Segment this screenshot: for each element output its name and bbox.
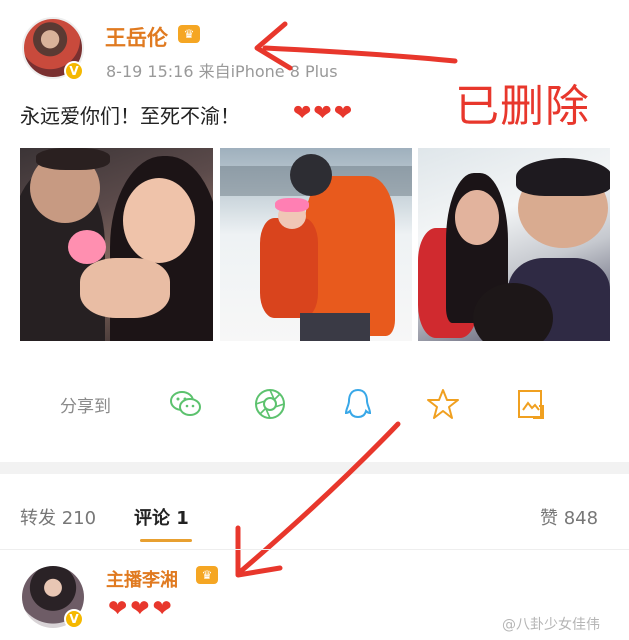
watermark: @八卦少女佳伟 xyxy=(502,617,600,633)
vip-crown-icon: ♛ xyxy=(178,25,200,43)
verified-badge-icon: V xyxy=(64,61,84,81)
share-label: 分享到 xyxy=(60,397,111,417)
save-image-icon[interactable] xyxy=(513,386,549,422)
post-image-3[interactable] xyxy=(418,148,610,341)
red-arrow-annotation xyxy=(235,421,401,578)
author-username[interactable]: 王岳伦 xyxy=(105,22,168,52)
tab-like[interactable]: 赞 848 xyxy=(540,504,598,530)
favorite-star-icon[interactable] xyxy=(425,386,461,422)
tab-comment[interactable]: 评论 1 xyxy=(134,504,189,530)
post-hearts: ❤❤❤ xyxy=(293,101,355,126)
verified-badge-icon: V xyxy=(64,609,84,629)
tab-repost[interactable]: 转发 210 xyxy=(20,504,96,530)
post-image-2[interactable] xyxy=(220,148,412,341)
wechat-icon[interactable] xyxy=(168,386,204,422)
comment-hearts: ❤❤❤ xyxy=(108,596,175,622)
red-arrow-annotation xyxy=(254,21,458,71)
post-content: 永远爱你们！至死不渝！ xyxy=(20,104,240,128)
commenter-username[interactable]: 主播李湘 xyxy=(106,566,178,592)
post-image-1[interactable] xyxy=(20,148,213,341)
deleted-annotation: 已删除 xyxy=(455,81,590,132)
vip-crown-icon: ♛ xyxy=(196,566,218,584)
tab-separator xyxy=(0,549,629,550)
active-tab-indicator xyxy=(140,539,192,542)
